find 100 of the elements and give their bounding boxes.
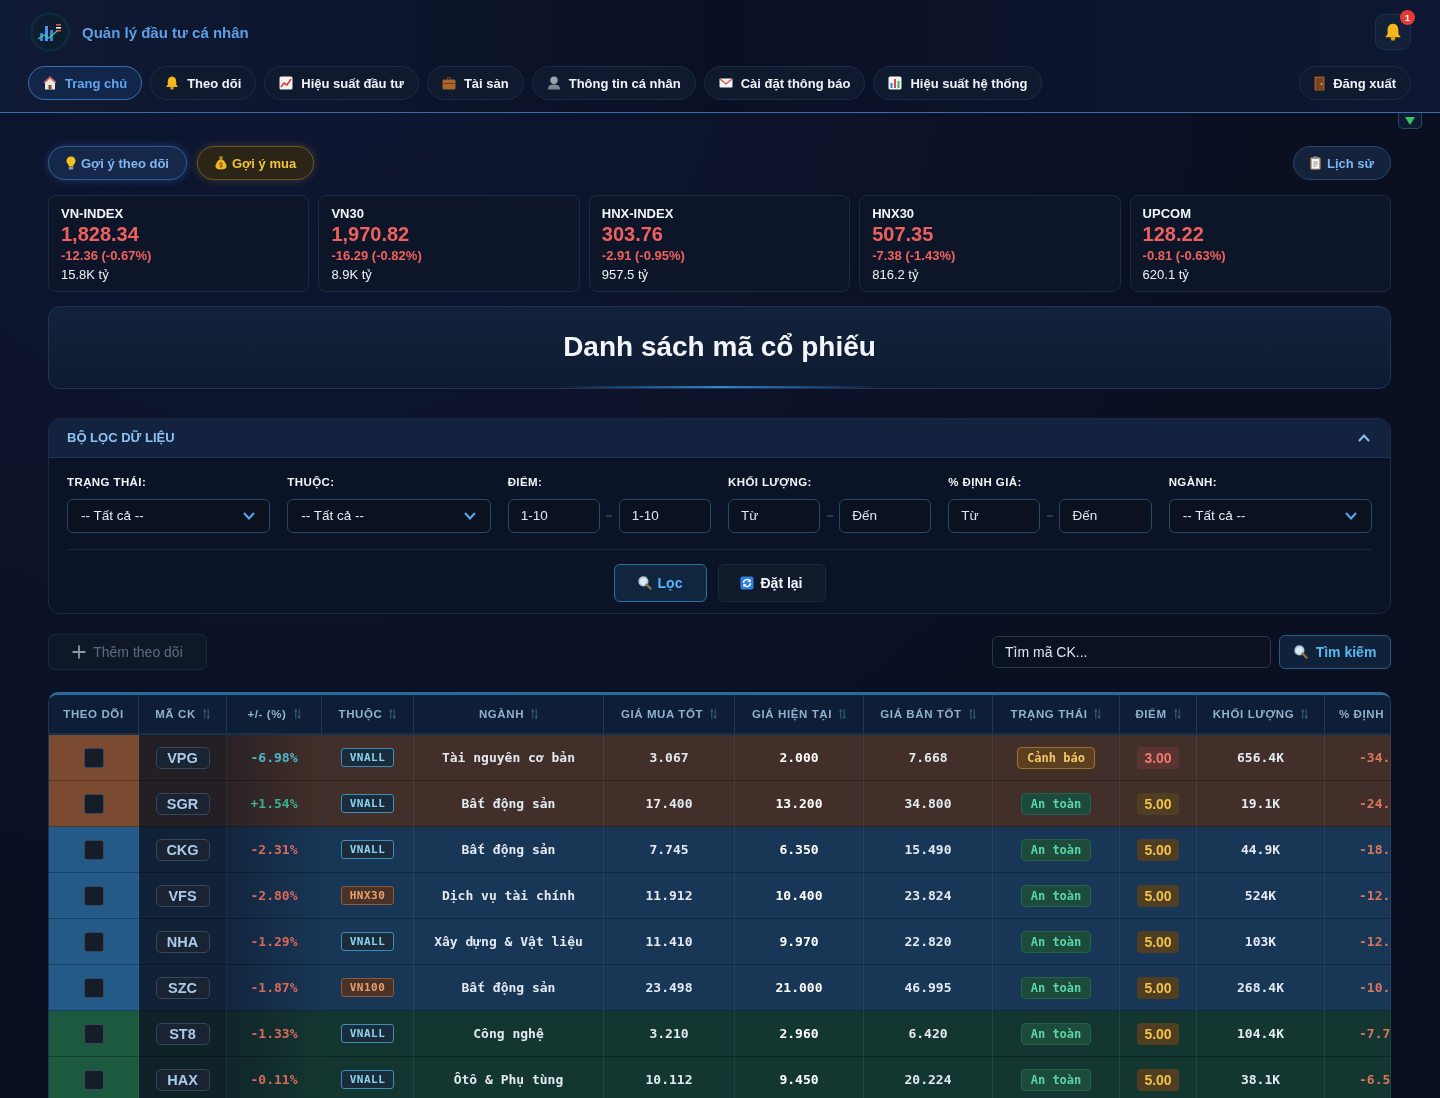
ticker-tag[interactable]: VPG <box>155 746 210 769</box>
suggestion-button[interactable]: Gợi ý mua <box>196 146 315 180</box>
filter-select[interactable]: -- Tất cả -- <box>287 498 491 533</box>
index-tag: VNALL <box>340 1070 395 1090</box>
sector-cell: Dịch vụ tài chính <box>414 873 604 920</box>
filter-select[interactable]: -- Tất cả -- <box>67 498 271 533</box>
sort-icon <box>1301 709 1309 720</box>
price-cell: 10.112 <box>604 1057 735 1098</box>
valuation-cell: -18. <box>1325 827 1391 874</box>
column-header[interactable]: MÃ CK <box>139 695 227 736</box>
search-button[interactable]: Tìm kiếm <box>1279 635 1391 670</box>
watch-checkbox[interactable] <box>83 839 104 860</box>
briefcase-icon <box>441 76 456 90</box>
volume-cell: 656.4K <box>1197 735 1325 782</box>
change-cell: -1.29% <box>227 919 322 966</box>
ticker-tag[interactable]: NHA <box>155 930 210 953</box>
ticker-tag[interactable]: ST8 <box>155 1022 210 1045</box>
field-label: TRẠNG THÁI: <box>67 474 148 489</box>
index-change: -7.38 (-1.43%) <box>872 247 957 265</box>
nav-tab[interactable]: Trang chủ <box>28 66 143 100</box>
chevron-down-icon <box>243 511 256 520</box>
nav-tab[interactable]: Hiệu suất đầu tư <box>264 66 419 100</box>
index-tag: HNX30 <box>340 886 395 906</box>
price-cell: 7.668 <box>864 735 993 782</box>
min-input[interactable]: Từ <box>728 498 821 533</box>
envelope-icon <box>718 78 733 88</box>
caret-down-icon <box>1405 116 1415 125</box>
nav-tab[interactable]: Cài đặt thông báo <box>703 66 866 100</box>
min-input[interactable]: Từ <box>948 498 1041 533</box>
price-cell: 2.960 <box>735 1011 864 1058</box>
nav-tab[interactable]: Theo dõi <box>150 66 257 100</box>
dash-icon <box>1047 514 1053 517</box>
volume-cell: 38.1K <box>1197 1057 1325 1098</box>
max-input[interactable]: Đến <box>1059 498 1152 533</box>
price-cell: 34.800 <box>864 781 993 828</box>
price-cell: 13.200 <box>735 781 864 828</box>
index-value: 128.22 <box>1142 223 1205 246</box>
sector-cell: Xây dựng & Vật liệu <box>414 919 604 966</box>
bar-chart-icon <box>888 76 903 90</box>
status-tag: An toàn <box>1020 838 1092 861</box>
column-header[interactable]: KHỐI LƯỢNG <box>1197 695 1325 736</box>
ticker-tag[interactable]: VFS <box>155 884 210 907</box>
collapse-toggle[interactable] <box>1398 113 1422 129</box>
watch-checkbox[interactable] <box>83 1069 104 1090</box>
sector-cell: Bất động sản <box>414 781 604 828</box>
lightbulb-icon <box>66 156 76 170</box>
watch-checkbox[interactable] <box>83 885 104 906</box>
max-input[interactable]: Đến <box>839 498 932 533</box>
watch-checkbox[interactable] <box>83 793 104 814</box>
score-tag: 5.00 <box>1137 884 1179 907</box>
index-name: VN-INDEX <box>61 205 125 223</box>
status-tag: An toàn <box>1020 976 1092 999</box>
history-button[interactable]: Lịch sử <box>1293 146 1391 180</box>
bell-icon <box>165 76 180 90</box>
watch-checkbox[interactable] <box>83 1023 104 1044</box>
column-header[interactable]: THUỘC <box>322 695 414 736</box>
price-cell: 6.350 <box>735 827 864 874</box>
ticker-tag[interactable]: HAX <box>155 1068 210 1091</box>
sort-icon <box>1173 709 1181 720</box>
dash-icon <box>826 514 833 517</box>
column-header[interactable]: +/- (%) <box>227 695 322 736</box>
ticker-tag[interactable]: SGR <box>155 792 210 815</box>
change-cell: -2.80% <box>227 873 322 920</box>
nav-tab[interactable]: Hiệu suất hệ thống <box>873 66 1043 100</box>
watch-checkbox[interactable] <box>83 931 104 952</box>
min-input[interactable]: 1-10 <box>507 498 600 533</box>
nav-tab[interactable]: Tài sản <box>426 66 524 100</box>
price-cell: 9.450 <box>735 1057 864 1098</box>
search-field[interactable]: Tìm mã CK... <box>992 636 1271 669</box>
index-change: -0.81 (-0.63%) <box>1142 247 1227 265</box>
column-header[interactable]: TRẠNG THÁI <box>993 695 1120 736</box>
sector-cell: Ôtô & Phụ tùng <box>414 1057 604 1098</box>
score-tag: 5.00 <box>1137 838 1179 861</box>
price-cell: 2.000 <box>735 735 864 782</box>
price-cell: 9.970 <box>735 919 864 966</box>
max-input[interactable]: 1-10 <box>618 498 711 533</box>
index-change: -2.91 (-0.95%) <box>601 247 686 265</box>
index-value: 507.35 <box>872 223 935 246</box>
ticker-tag[interactable]: CKG <box>155 838 210 861</box>
ticker-tag[interactable]: SZC <box>155 976 210 999</box>
column-header[interactable]: NGÀNH <box>414 695 604 736</box>
suggestion-button[interactable]: Gợi ý theo dõi <box>48 146 187 180</box>
filter-select[interactable]: -- Tất cả -- <box>1168 498 1372 533</box>
index-tag: VN100 <box>340 978 395 998</box>
index-tag: VNALL <box>340 932 395 952</box>
status-tag: An toàn <box>1020 884 1092 907</box>
watch-checkbox[interactable] <box>83 977 104 998</box>
valuation-cell: -6.5 <box>1325 1057 1391 1098</box>
logout-button[interactable]: Đăng xuất <box>1299 66 1411 100</box>
nav-tab[interactable]: Thông tin cá nhân <box>531 66 696 100</box>
change-cell: -2.31% <box>227 827 322 874</box>
filter-button[interactable]: Lọc <box>613 563 707 602</box>
column-header[interactable]: GIÁ MUA TỐT <box>604 695 735 736</box>
column-header[interactable]: GIÁ HIỆN TẠI <box>735 695 864 736</box>
column-header[interactable]: ĐIỂM <box>1120 695 1197 736</box>
column-header: % ĐỊNH <box>1325 695 1391 736</box>
filter-title: BỘ LỌC DỮ LIỆU <box>67 430 175 446</box>
reset-button[interactable]: Đặt lại <box>717 563 826 602</box>
column-header[interactable]: GIÁ BÁN TỐT <box>864 695 993 736</box>
watch-checkbox[interactable] <box>83 747 104 768</box>
